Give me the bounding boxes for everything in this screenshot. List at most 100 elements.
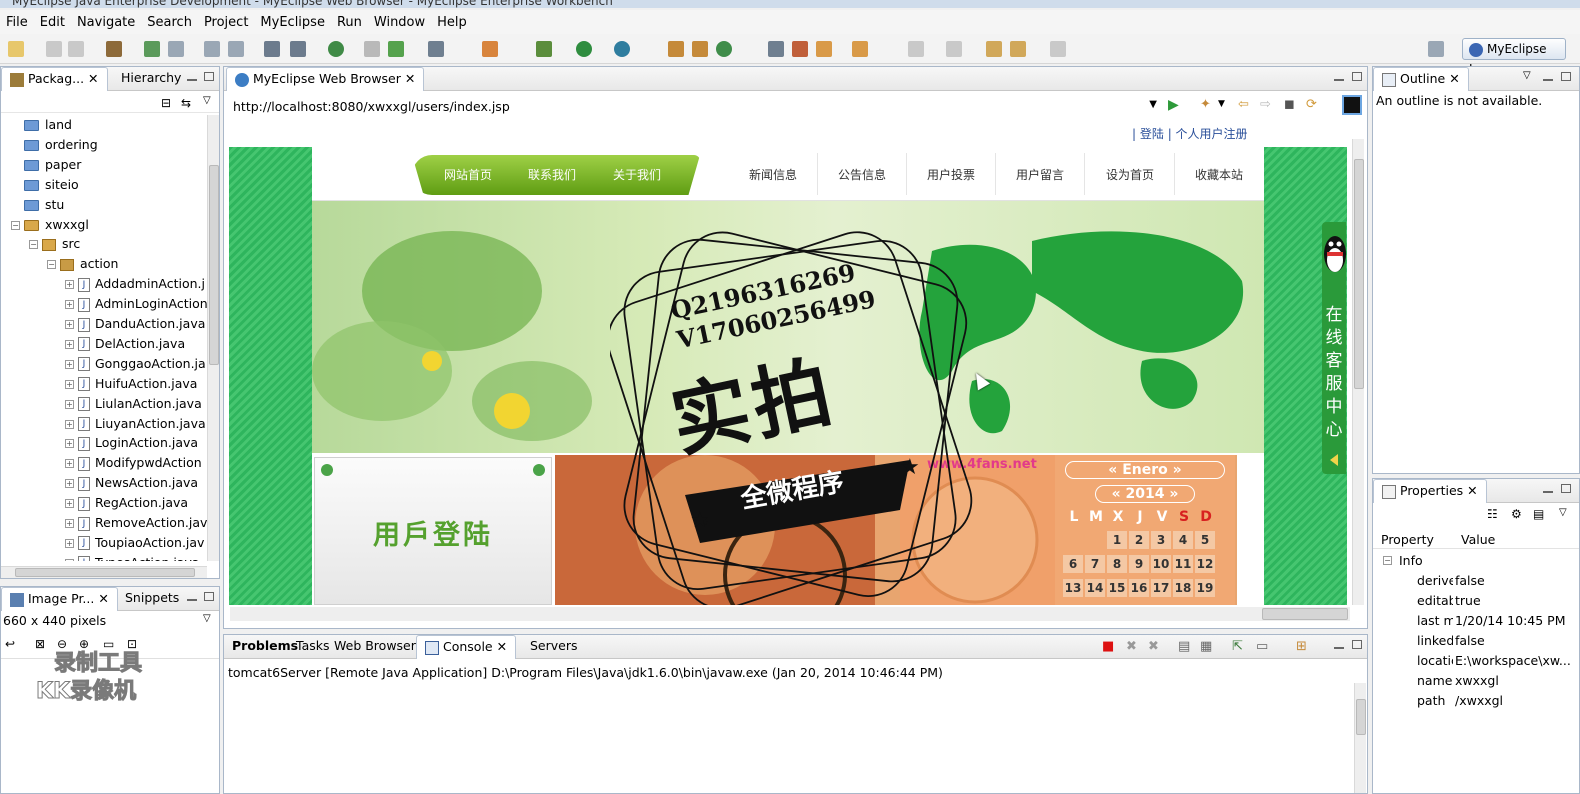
nav-bookmark[interactable]: 收藏本站 bbox=[1195, 166, 1243, 183]
property-column-header[interactable]: Property bbox=[1381, 532, 1434, 547]
tree-item[interactable]: + J DanduAction.java bbox=[65, 314, 205, 334]
perspective-myeclipse-button[interactable]: MyEclipse J... bbox=[1462, 38, 1566, 76]
back-icon[interactable]: ⇦ bbox=[1238, 97, 1249, 112]
view-menu-icon[interactable]: ▽ bbox=[203, 95, 211, 106]
sync-icon[interactable] bbox=[716, 41, 732, 57]
nav-contact[interactable]: 联系我们 bbox=[528, 166, 576, 183]
calendar-day[interactable]: 4 bbox=[1173, 531, 1193, 549]
tree-item[interactable]: − action bbox=[47, 254, 118, 274]
calendar-day[interactable]: 15 bbox=[1107, 579, 1127, 597]
tree-item[interactable]: + J ToupiaoAction.jav bbox=[65, 533, 204, 553]
open-folder-icon[interactable] bbox=[816, 41, 832, 57]
restore-default-icon[interactable]: ▤ bbox=[1533, 507, 1547, 521]
menu-navigate[interactable]: Navigate bbox=[71, 15, 141, 30]
calendar-day[interactable]: 1 bbox=[1107, 531, 1127, 549]
close-icon[interactable]: ✕ bbox=[88, 71, 98, 86]
expand-icon[interactable]: + bbox=[65, 339, 74, 349]
rotate-icon[interactable]: ⊡ bbox=[127, 637, 141, 651]
tree-hscroll-thumb[interactable] bbox=[15, 568, 195, 577]
expand-icon[interactable]: + bbox=[65, 379, 74, 389]
tree-hscrollbar[interactable] bbox=[1, 566, 207, 578]
online-service-widget[interactable]: 在线客服中心 bbox=[1322, 222, 1346, 474]
expand-icon[interactable]: + bbox=[65, 459, 74, 469]
server-manage-icon[interactable] bbox=[228, 41, 244, 57]
tree-item[interactable]: land bbox=[11, 115, 72, 135]
collapse-icon[interactable]: − bbox=[1383, 556, 1392, 565]
expand-icon[interactable]: + bbox=[65, 280, 74, 290]
tab-package-explorer[interactable]: Packag... ✕ bbox=[1, 67, 108, 91]
console-scroll-thumb[interactable] bbox=[1356, 699, 1366, 735]
calendar-day[interactable]: 3 bbox=[1151, 531, 1171, 549]
maximize-icon[interactable] bbox=[1352, 72, 1362, 81]
property-row[interactable]: editab true bbox=[1373, 591, 1579, 611]
favorites-dropdown-icon[interactable]: ▼ bbox=[1218, 99, 1225, 109]
new-wizard-icon[interactable] bbox=[482, 41, 498, 57]
save-all-icon[interactable] bbox=[68, 41, 84, 57]
console-scrollbar[interactable] bbox=[1354, 683, 1366, 793]
minimize-icon[interactable] bbox=[1334, 640, 1344, 649]
property-row[interactable]: last m 1/20/14 10:45 PM bbox=[1373, 611, 1579, 631]
tab-console[interactable]: Console ✕ bbox=[416, 635, 517, 659]
minimize-icon[interactable] bbox=[1334, 72, 1344, 81]
calendar-day[interactable]: 7 bbox=[1085, 555, 1105, 573]
calendar-year[interactable]: « 2014 » bbox=[1095, 485, 1195, 503]
last-edit-icon[interactable] bbox=[986, 41, 1002, 57]
calendar-month[interactable]: « Enero » bbox=[1065, 461, 1225, 479]
back-icon[interactable] bbox=[1010, 41, 1026, 57]
calendar-day[interactable]: 13 bbox=[1063, 579, 1083, 597]
maximize-icon[interactable] bbox=[204, 592, 214, 601]
categories-icon[interactable]: ☷ bbox=[1487, 507, 1501, 521]
favorites-icon[interactable]: ✦ bbox=[1200, 97, 1211, 112]
url-dropdown-icon[interactable]: ▼ bbox=[1149, 99, 1157, 110]
value-column-header[interactable]: Value bbox=[1461, 532, 1495, 547]
debug-run-icon[interactable] bbox=[536, 41, 552, 57]
actual-size-icon[interactable]: ▭ bbox=[103, 637, 117, 651]
forward-icon[interactable] bbox=[1050, 41, 1066, 57]
page-scrollbar[interactable] bbox=[1352, 139, 1364, 605]
prev-annotation-icon[interactable] bbox=[946, 41, 962, 57]
expand-icon[interactable]: + bbox=[65, 419, 74, 429]
close-icon[interactable]: ✕ bbox=[405, 71, 415, 86]
open-type-icon[interactable] bbox=[364, 41, 380, 57]
tree-item[interactable]: siteio bbox=[11, 175, 79, 195]
globe-icon[interactable] bbox=[328, 41, 344, 57]
view-menu-icon[interactable]: ▽ bbox=[1559, 507, 1567, 518]
maximize-icon[interactable] bbox=[204, 72, 214, 81]
tree-item[interactable]: + J DelAction.java bbox=[65, 334, 185, 354]
expand-icon[interactable]: + bbox=[65, 399, 74, 409]
external-browser-icon[interactable] bbox=[1342, 95, 1362, 115]
minimize-icon[interactable] bbox=[187, 72, 197, 81]
calendar-day[interactable]: 16 bbox=[1129, 579, 1149, 597]
close-icon[interactable]: ✕ bbox=[1449, 71, 1459, 86]
property-row[interactable]: name xwxxgl bbox=[1373, 671, 1579, 691]
forward-icon[interactable]: ⇨ bbox=[1260, 97, 1271, 112]
tree-item[interactable]: + J HuifuAction.java bbox=[65, 374, 197, 394]
tree-item[interactable]: + J AddadminAction.j bbox=[65, 274, 205, 294]
calendar-day[interactable]: 14 bbox=[1085, 579, 1105, 597]
expand-icon[interactable]: + bbox=[65, 499, 74, 509]
tree-item[interactable]: − xwxxgl bbox=[11, 215, 89, 235]
tab-snippets[interactable]: Snippets bbox=[117, 587, 187, 611]
refresh-icon[interactable] bbox=[388, 41, 404, 57]
new-ejb-icon[interactable] bbox=[290, 41, 306, 57]
pin-console-icon[interactable]: ⇱ bbox=[1232, 639, 1243, 654]
build-icon[interactable] bbox=[668, 41, 684, 57]
nav-notice[interactable]: 公告信息 bbox=[838, 166, 886, 183]
calendar-day[interactable]: 11 bbox=[1173, 555, 1193, 573]
calendar-day[interactable]: 19 bbox=[1195, 579, 1215, 597]
remove-all-icon[interactable]: ✖ bbox=[1148, 639, 1159, 654]
expand-icon[interactable]: + bbox=[65, 300, 74, 310]
page-scroll-thumb[interactable] bbox=[1354, 159, 1364, 389]
zoom-out-icon[interactable]: ⊖ bbox=[57, 637, 71, 651]
property-row[interactable]: derive false bbox=[1373, 571, 1579, 591]
view-menu-icon[interactable]: ▽ bbox=[203, 613, 211, 624]
minimize-icon[interactable] bbox=[187, 592, 197, 601]
remove-launch-icon[interactable]: ✖ bbox=[1126, 639, 1137, 654]
url-field[interactable]: http://localhost:8080/xwxxgl/users/index… bbox=[230, 95, 1162, 117]
tab-web-browser-view[interactable]: Web Browser bbox=[326, 635, 424, 659]
tree-item[interactable]: + J TypesAction.java bbox=[65, 553, 200, 561]
link-editor-icon[interactable]: ⇆ bbox=[181, 96, 195, 110]
tree-scroll-thumb[interactable] bbox=[209, 165, 219, 365]
scroll-lock-icon[interactable]: ▦ bbox=[1200, 639, 1212, 654]
next-annotation-icon[interactable] bbox=[908, 41, 924, 57]
